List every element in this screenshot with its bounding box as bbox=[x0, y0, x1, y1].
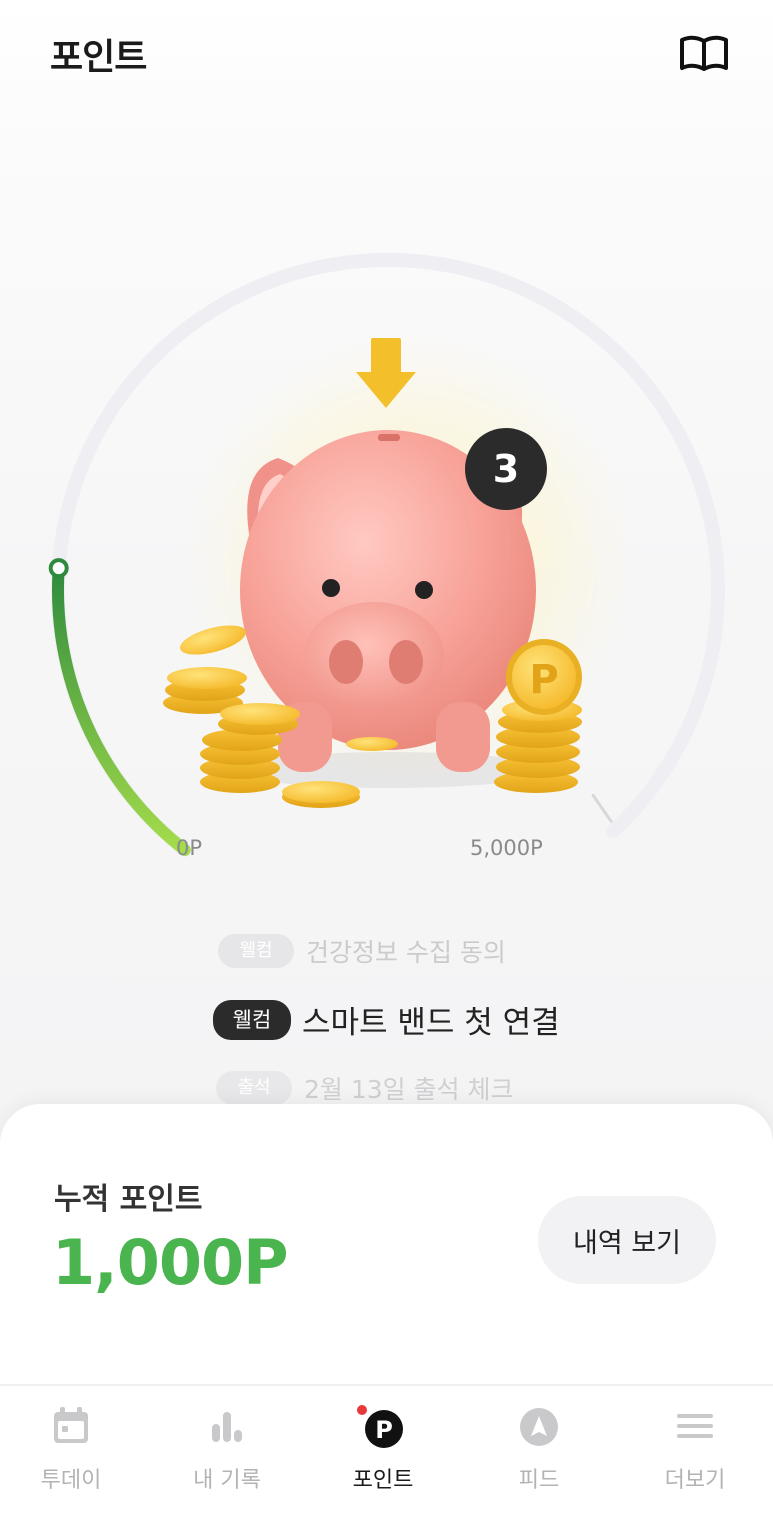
point-p-icon: P bbox=[357, 1405, 403, 1448]
mission-tag: 웰컴 bbox=[218, 934, 294, 968]
tab-points[interactable]: P 포인트 bbox=[323, 1386, 443, 1528]
view-history-button[interactable]: 내역 보기 bbox=[538, 1196, 716, 1284]
svg-text:P: P bbox=[375, 1416, 393, 1444]
gauge-progress-knob bbox=[48, 558, 69, 579]
tab-more[interactable]: 더보기 bbox=[635, 1386, 755, 1528]
tab-feed[interactable]: 피드 bbox=[479, 1386, 599, 1528]
tab-label: 포인트 bbox=[352, 1468, 414, 1493]
bar-chart-icon bbox=[212, 1412, 242, 1442]
mission-list: 웰컴 건강정보 수집 동의 웰컴 스마트 밴드 첫 연결 출석 2월 13일 출… bbox=[0, 930, 773, 1110]
tab-my-records[interactable]: 내 기록 bbox=[167, 1386, 287, 1528]
points-summary-sheet: 누적 포인트 1,000P 내역 보기 bbox=[0, 1104, 773, 1404]
calendar-icon bbox=[54, 1407, 88, 1443]
gauge-end-tick bbox=[591, 793, 613, 823]
compass-arrow-icon bbox=[520, 1408, 558, 1446]
down-arrow-icon bbox=[356, 338, 416, 408]
mission-item-current[interactable]: 웰컴 스마트 밴드 첫 연결 bbox=[213, 997, 560, 1042]
tab-label: 내 기록 bbox=[193, 1468, 261, 1493]
mission-text: 2월 13일 출석 체크 bbox=[304, 1075, 514, 1104]
svg-text:P: P bbox=[529, 657, 558, 703]
gauge-min-label: 0P bbox=[176, 836, 203, 860]
mission-item-upcoming[interactable]: 출석 2월 13일 출석 체크 bbox=[216, 1070, 514, 1106]
mission-text: 건강정보 수집 동의 bbox=[306, 938, 506, 967]
menu-icon bbox=[677, 1414, 713, 1438]
notification-dot bbox=[357, 1405, 367, 1415]
total-points-label: 누적 포인트 bbox=[54, 1182, 203, 1217]
tab-label: 더보기 bbox=[664, 1468, 726, 1493]
mission-item-done[interactable]: 웰컴 건강정보 수집 동의 bbox=[218, 933, 506, 969]
mission-tag: 웰컴 bbox=[213, 999, 291, 1040]
piggy-bank-illustration: P bbox=[163, 338, 582, 808]
total-points-value: 1,000P bbox=[52, 1226, 289, 1299]
gauge-max-label: 5,000P bbox=[470, 836, 543, 860]
mission-text: 스마트 밴드 첫 연결 bbox=[302, 1005, 560, 1041]
gauge-progress bbox=[52, 562, 191, 856]
step-count-badge: 3 bbox=[465, 428, 547, 510]
bottom-tab-bar: 투데이 내 기록 P 포인트 피드 더보기 bbox=[0, 1384, 773, 1528]
mission-tag: 출석 bbox=[216, 1071, 292, 1105]
tab-label: 투데이 bbox=[40, 1468, 102, 1493]
tab-label: 피드 bbox=[518, 1468, 560, 1493]
tab-today[interactable]: 투데이 bbox=[11, 1386, 131, 1528]
